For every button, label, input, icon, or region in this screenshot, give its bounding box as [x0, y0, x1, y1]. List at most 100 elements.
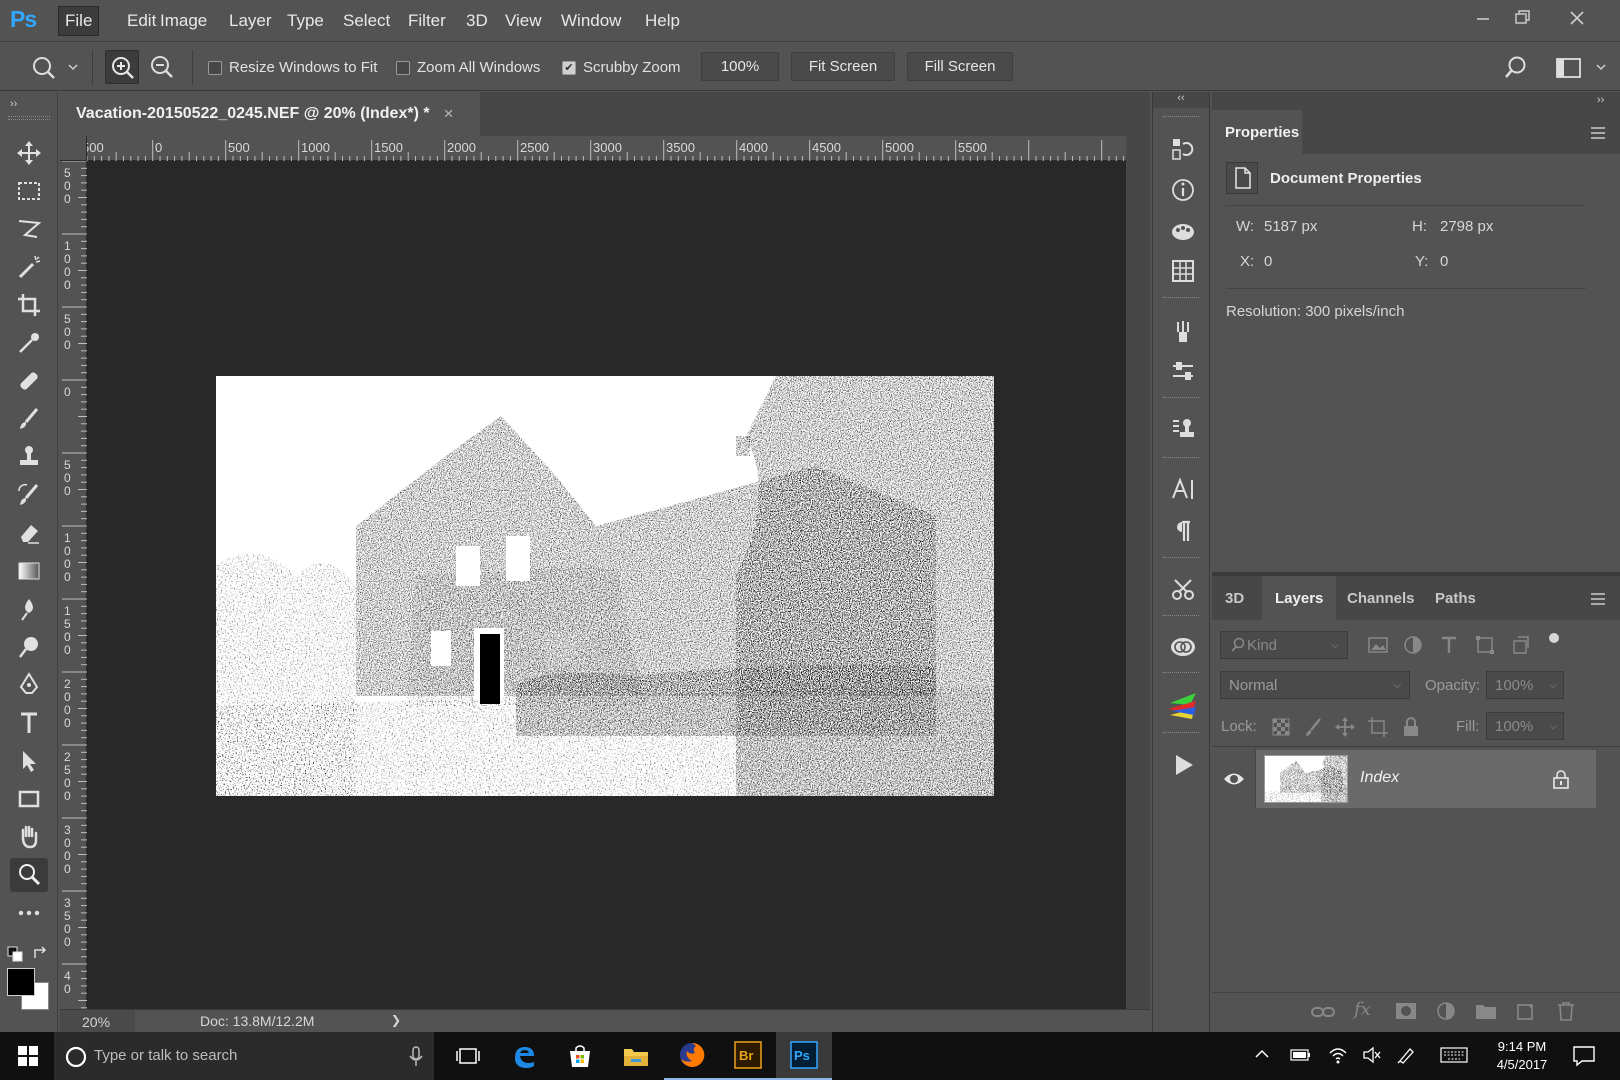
filter-smart-object-icon[interactable] [1510, 634, 1532, 656]
height-value[interactable]: 2798 px [1440, 218, 1493, 235]
bridge-app-icon[interactable]: Br [720, 1032, 776, 1080]
layer-thumbnail[interactable] [1264, 755, 1348, 803]
zoom-all-windows-checkbox[interactable]: Zoom All Windows [396, 59, 540, 76]
panel-grip[interactable] [1163, 297, 1199, 298]
x-value[interactable]: 0 [1264, 253, 1272, 270]
dodge-tool-icon[interactable] [10, 630, 48, 664]
firefox-icon[interactable] [664, 1032, 720, 1080]
document-tab[interactable]: Vacation-20150522_0245.NEF @ 20% (Index*… [60, 92, 480, 136]
panel-menu-icon[interactable] [1590, 126, 1606, 140]
adobe-color-themes-icon[interactable] [1165, 688, 1201, 722]
delete-layer-icon[interactable] [1555, 1001, 1577, 1021]
swap-colors-icon[interactable] [32, 946, 48, 962]
task-view-icon[interactable] [440, 1032, 496, 1080]
menu-edit[interactable]: Edit [124, 11, 159, 31]
filter-toggle[interactable] [1549, 633, 1559, 643]
collapse-toolbar-icon[interactable]: ›› [10, 98, 17, 110]
paragraph-panel-icon[interactable] [1165, 514, 1201, 548]
microphone-icon[interactable] [408, 1046, 424, 1068]
menu-view[interactable]: View [502, 11, 545, 31]
layer-name[interactable]: Index [1360, 769, 1399, 787]
store-icon[interactable] [552, 1032, 608, 1080]
menu-select[interactable]: Select [340, 11, 393, 31]
layer-row[interactable]: Index [1212, 750, 1596, 808]
visibility-cell[interactable] [1212, 750, 1256, 808]
filter-adjustment-icon[interactable] [1402, 634, 1424, 656]
opacity-field[interactable]: 100% ⌵ [1486, 671, 1564, 699]
menu-3d[interactable]: 3D [463, 11, 491, 31]
file-explorer-icon[interactable] [608, 1032, 664, 1080]
scrubby-zoom-checkbox[interactable]: ✔ Scrubby Zoom [562, 59, 681, 76]
menu-layer[interactable]: Layer [226, 11, 275, 31]
volume-muted-icon[interactable] [1362, 1046, 1382, 1064]
default-colors-icon[interactable] [7, 946, 23, 962]
lock-pixels-icon[interactable] [1302, 716, 1324, 738]
wifi-icon[interactable] [1328, 1045, 1348, 1065]
zoom-percent-field[interactable]: 100% [701, 52, 779, 81]
menu-filter[interactable]: Filter [405, 11, 449, 31]
collapse-dock-icon[interactable]: ‹‹ [1153, 92, 1209, 108]
new-adjustment-layer-icon[interactable] [1435, 1001, 1457, 1021]
layer-kind-filter[interactable]: Kind ⌵ [1220, 631, 1348, 659]
crop-tool-icon[interactable] [10, 288, 48, 322]
vertical-ruler[interactable]: 5001000500050010001500200025003000350040 [60, 161, 87, 1009]
restore-icon[interactable] [1505, 6, 1539, 30]
brush-settings-panel-icon[interactable] [1165, 354, 1201, 388]
marquee-tool-icon[interactable] [10, 174, 48, 208]
search-icon[interactable] [1502, 54, 1530, 82]
zoom-tool-preset-icon[interactable] [28, 55, 84, 81]
brush-tool-icon[interactable] [10, 402, 48, 436]
rectangle-tool-icon[interactable] [10, 782, 48, 816]
tab-channels[interactable]: Channels [1334, 576, 1428, 620]
blur-tool-icon[interactable] [10, 592, 48, 626]
swatches-panel-icon[interactable] [1165, 254, 1201, 288]
eyedropper-tool-icon[interactable] [10, 326, 48, 360]
clock[interactable]: 9:14 PM 4/5/2017 [1487, 1038, 1557, 1074]
menu-window[interactable]: Window [558, 11, 624, 31]
resize-windows-checkbox[interactable]: Resize Windows to Fit [208, 59, 377, 76]
eye-icon[interactable] [1212, 750, 1256, 808]
lock-position-icon[interactable] [1334, 716, 1356, 738]
panel-grip[interactable] [1163, 116, 1199, 117]
panel-grip[interactable] [8, 116, 50, 120]
menu-help[interactable]: Help [642, 11, 683, 31]
workspace-switcher-icon[interactable] [1554, 55, 1614, 81]
checkbox-box[interactable] [208, 60, 222, 75]
panel-grip[interactable] [1163, 457, 1199, 458]
actions-panel-icon[interactable] [1165, 748, 1201, 782]
history-brush-tool-icon[interactable] [10, 478, 48, 512]
path-selection-tool-icon[interactable] [10, 744, 48, 778]
link-layers-icon[interactable] [1311, 1003, 1335, 1021]
fill-screen-button[interactable]: Fill Screen [907, 52, 1013, 81]
close-window-icon[interactable] [1560, 6, 1594, 30]
fill-field[interactable]: 100% ⌵ [1486, 712, 1564, 740]
panel-grip[interactable] [1163, 397, 1199, 398]
pen-tool-icon[interactable] [10, 668, 48, 702]
lock-transparent-icon[interactable] [1270, 716, 1292, 738]
panel-grip[interactable] [1163, 615, 1199, 616]
brushes-panel-icon[interactable] [1165, 314, 1201, 348]
ruler-origin[interactable] [60, 136, 87, 161]
fit-screen-button[interactable]: Fit Screen [791, 52, 895, 81]
action-center-icon[interactable] [1572, 1045, 1596, 1067]
filter-type-icon[interactable] [1438, 634, 1460, 656]
blend-mode-select[interactable]: Normal ⌵ [1220, 671, 1410, 699]
type-tool-icon[interactable] [10, 706, 48, 740]
tool-presets-panel-icon[interactable] [1165, 572, 1201, 606]
eraser-tool-icon[interactable] [10, 516, 48, 550]
tab-paths[interactable]: Paths [1422, 576, 1489, 620]
character-panel-icon[interactable] [1165, 472, 1201, 506]
tab-layers[interactable]: Layers [1262, 576, 1337, 620]
tab-properties[interactable]: Properties [1212, 110, 1302, 154]
zoom-in-icon[interactable] [105, 50, 139, 84]
clone-source-panel-icon[interactable] [1165, 412, 1201, 446]
more-tools-icon[interactable] [10, 896, 48, 930]
show-hidden-icons-icon[interactable] [1254, 1046, 1270, 1062]
width-value[interactable]: 5187 px [1264, 218, 1317, 235]
status-menu-arrow[interactable]: ❯ [391, 1013, 401, 1027]
hand-tool-icon[interactable] [10, 820, 48, 854]
panel-menu-icon[interactable] [1590, 592, 1606, 606]
move-tool-icon[interactable] [10, 136, 48, 170]
zoom-out-icon[interactable] [145, 50, 179, 84]
clone-stamp-tool-icon[interactable] [10, 440, 48, 474]
